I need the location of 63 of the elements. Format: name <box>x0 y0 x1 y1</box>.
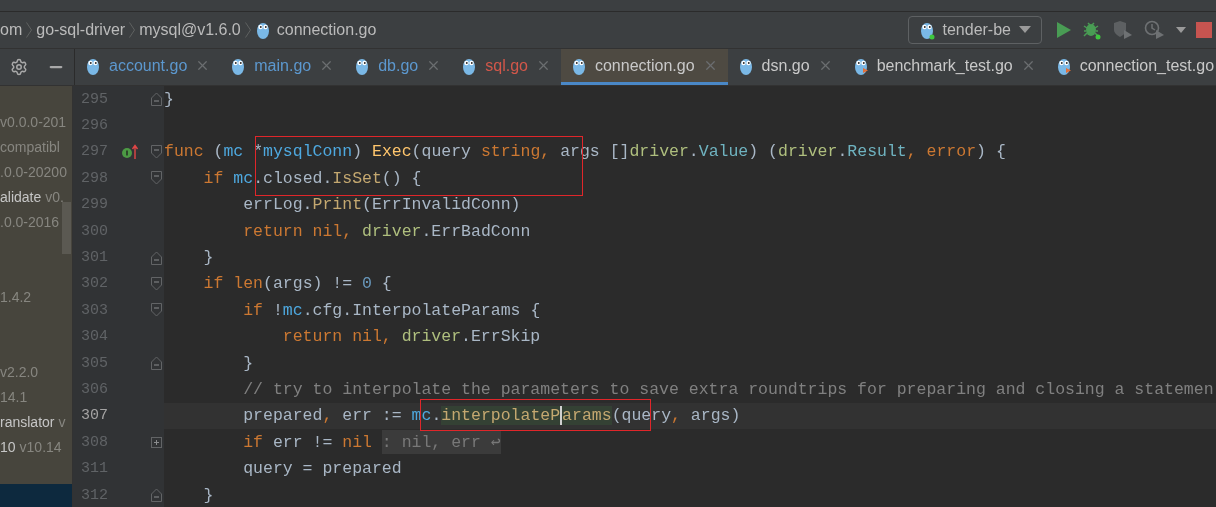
code-line: if err != nil : nil, err ↩ <box>242 429 502 456</box>
editor-tab[interactable]: dsn.go <box>727 49 843 85</box>
tree-item-version[interactable]: 14.1 <box>0 388 28 405</box>
run-configuration-dropdown[interactable]: tender-be <box>907 16 1042 44</box>
code-line: errLog.Print(ErrInvalidConn) <box>242 194 522 217</box>
tree-item-version[interactable]: v0. <box>45 188 64 205</box>
code-line: if mc.closed.IsSet() { <box>202 167 423 190</box>
tree-item-name[interactable]: 10 <box>0 438 16 455</box>
fold-icon[interactable] <box>151 171 162 186</box>
tree-item-version[interactable]: v <box>58 413 66 430</box>
settings-icon[interactable] <box>9 58 28 76</box>
fold-icon[interactable] <box>151 92 162 107</box>
editor-tab[interactable]: account.go <box>75 49 221 85</box>
code-line: return nil, driver.ErrSkip <box>281 326 542 349</box>
tree-item-version[interactable]: v10.14 <box>19 438 62 455</box>
breadcrumb-item[interactable]: mysql@v1.6.0 <box>139 21 241 39</box>
tree-item-version[interactable]: v2.2.0 <box>0 363 39 380</box>
fold-icon[interactable] <box>151 488 162 503</box>
editor-tab[interactable]: sql.go <box>451 49 561 85</box>
run-icon[interactable] <box>1056 21 1072 39</box>
breadcrumb-separator-icon <box>129 22 136 38</box>
code-line: // try to interpolate the parameters to save extra roundtrips for preparing and closing a statemen <box>242 379 1215 401</box>
editor-tab[interactable]: main.go <box>220 49 345 85</box>
debug-icon[interactable] <box>1082 20 1102 40</box>
breadcrumb-item[interactable]: om <box>0 21 23 39</box>
code-line: return nil, driver.ErrBadConn <box>242 220 532 243</box>
fold-icon[interactable] <box>151 276 162 291</box>
fold-icon[interactable] <box>151 250 162 265</box>
breadcrumb-item[interactable]: go-sql-driver <box>36 21 126 39</box>
code-line: } <box>202 484 215 507</box>
tree-item-name[interactable]: ranslator <box>0 413 55 430</box>
caret-icon[interactable] <box>1176 27 1186 33</box>
code-line: if len(args) != 0 { <box>202 273 393 296</box>
expand-icon[interactable] <box>151 436 162 448</box>
fold-icon[interactable] <box>151 144 162 159</box>
tree-item-name[interactable]: alidate <box>0 188 42 205</box>
tree-item-version[interactable]: compatibl <box>0 138 60 155</box>
gopher-icon <box>918 20 935 40</box>
fold-icon[interactable] <box>151 303 162 318</box>
line-number: 307 <box>80 407 109 425</box>
editor-tab[interactable]: db.go <box>344 49 452 85</box>
tree-item-version[interactable]: 1.4.2 <box>0 288 32 305</box>
tree-item-version[interactable]: .0.0-20200 <box>0 163 67 180</box>
breadcrumb-separator-icon <box>244 22 251 38</box>
tree-item-version[interactable]: .0.0-2016 <box>0 213 60 230</box>
code-line: if !mc.cfg.InterpolateParams { <box>242 299 542 322</box>
breadcrumb-separator-icon <box>26 22 33 38</box>
gopher-icon <box>254 20 271 40</box>
code-line: } <box>242 352 255 375</box>
coverage-icon[interactable] <box>1112 20 1134 40</box>
scrollbar-thumb[interactable] <box>62 202 71 254</box>
implements-icon[interactable] <box>121 143 139 160</box>
editor-tab[interactable]: connection_test.go <box>1045 49 1216 85</box>
caret-icon <box>1019 26 1031 34</box>
code-line: } <box>202 247 215 270</box>
breadcrumb-item[interactable]: connection.go <box>254 20 377 40</box>
editor-tab[interactable]: connection.go <box>560 49 728 85</box>
tree-item-version[interactable]: v0.0.0-201 <box>0 113 67 130</box>
fold-icon[interactable] <box>151 356 162 371</box>
code-line: } <box>164 88 175 111</box>
code-line: query = prepared <box>242 458 403 481</box>
editor-tab[interactable]: benchmark_test.go <box>842 49 1046 85</box>
profiler-icon[interactable] <box>1144 20 1166 40</box>
